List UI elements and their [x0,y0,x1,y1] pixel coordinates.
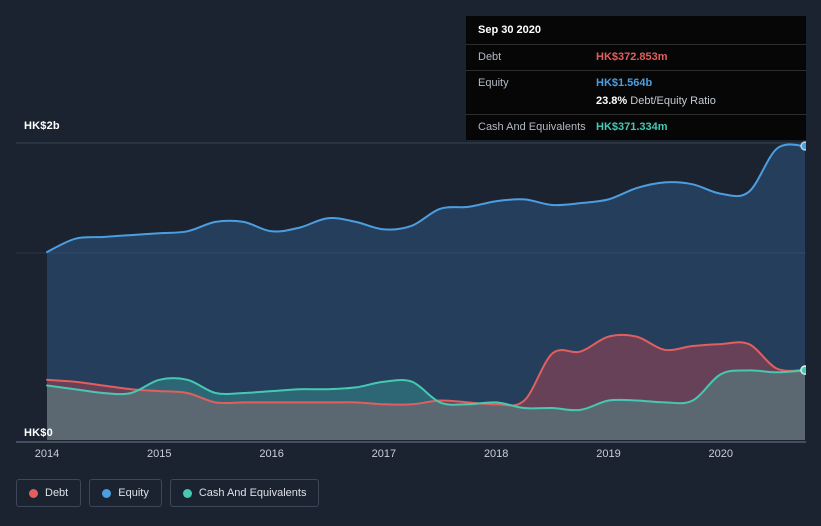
ratio-percent: 23.8% [596,95,628,107]
tooltip-debt-value: HK$372.853m [596,51,668,63]
tooltip-equity-value-block: HK$1.564b 23.8% Debt/Equity Ratio [596,77,716,108]
legend-cash-label: Cash And Equivalents [198,487,307,499]
cash-color-dot [182,488,192,498]
x-tick-label: 2017 [371,448,397,460]
debt-color-dot [29,488,38,498]
y-axis-label-top: HK$2b [24,120,60,132]
x-tick-label: 2018 [483,448,509,460]
tooltip: Sep 30 2020 Debt HK$372.853m Equity HK$1… [466,16,806,140]
tooltip-cash-label: Cash And Equivalents [478,121,586,133]
x-tick-label: 2019 [596,448,621,460]
tooltip-equity-value: HK$1.564b [596,77,653,89]
tooltip-equity-label: Equity [478,77,509,89]
x-tick-label: 2014 [34,448,60,460]
legend-item-debt[interactable]: Debt [16,479,82,507]
x-tick-label: 2016 [259,448,284,460]
debt-equity-chart-page: HK$2b HK$0 2014 2015 2016 2017 2018 2019 2020 … [0,0,821,526]
equity-color-dot [102,488,112,498]
legend-item-equity[interactable]: Equity [89,479,162,507]
ratio-text: Debt/Equity Ratio [630,95,716,107]
tooltip-row-cash: Cash And Equivalents HK$371.334m [466,115,806,140]
legend-debt-label: Debt [45,487,69,499]
legend-equity-label: Equity [118,487,149,499]
tooltip-row-equity: Equity HK$1.564b 23.8% Debt/Equity Ratio [466,71,806,115]
tooltip-row-debt: Debt HK$372.853m [466,45,806,71]
tooltip-debt-equity-ratio: 23.8% Debt/Equity Ratio [596,95,716,108]
tooltip-date: Sep 30 2020 [466,16,806,45]
tooltip-debt-label: Debt [478,51,502,63]
legend: Debt Equity Cash And Equivalents [16,479,320,507]
legend-item-cash[interactable]: Cash And Equivalents [169,479,320,507]
chart-svg[interactable] [16,130,806,450]
x-tick-label: 2020 [708,448,734,460]
y-axis-label-bottom: HK$0 [24,427,53,439]
x-tick-label: 2015 [147,448,172,460]
tooltip-cash-value: HK$371.334m [596,121,668,133]
